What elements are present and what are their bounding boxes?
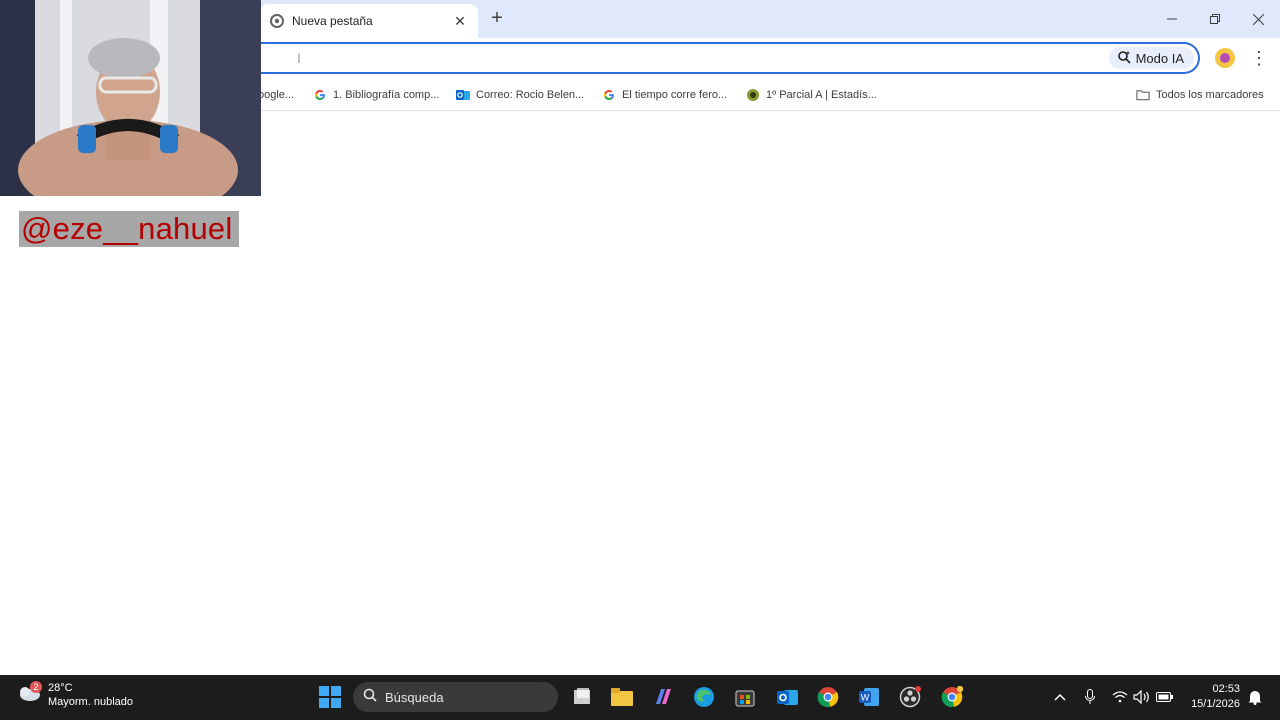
google-icon [602, 88, 616, 102]
restore-icon[interactable] [1201, 6, 1229, 32]
obs-icon[interactable] [897, 684, 923, 710]
site-globe-icon [746, 88, 760, 102]
weather-badge: 2 [30, 681, 42, 693]
profile-avatar[interactable] [1215, 48, 1235, 68]
username-overlay: @eze__nahuel [19, 211, 239, 247]
search-label: Búsqueda [385, 689, 444, 705]
system-clock[interactable]: 02:53 15/1/2026 [1180, 682, 1240, 712]
edge-icon[interactable] [691, 684, 717, 710]
webcam-overlay [0, 0, 261, 196]
battery-icon[interactable] [1155, 687, 1175, 707]
outlook-icon [456, 88, 470, 102]
notifications-icon[interactable] [1245, 687, 1265, 707]
folder-icon [1136, 88, 1150, 102]
clock-time: 02:53 [1212, 683, 1240, 695]
address-bar[interactable]: I Modo IA [245, 42, 1200, 74]
more-menu-icon[interactable]: ⋮ [1250, 48, 1268, 68]
temperature: 28°C [48, 682, 73, 694]
ai-mode-label: Modo IA [1135, 50, 1184, 66]
new-tab-button[interactable]: + [486, 8, 508, 30]
chrome-favicon-icon [270, 14, 284, 28]
svg-text:W: W [861, 693, 870, 703]
bookmark-item[interactable]: Correo: Rocio Belen... [456, 86, 584, 104]
word-icon[interactable]: W [856, 684, 882, 710]
tab-title: Nueva pestaña [292, 14, 373, 28]
chrome-profile-icon[interactable] [939, 684, 965, 710]
username-text: @eze__nahuel [21, 211, 233, 246]
close-window-icon[interactable] [1244, 6, 1272, 32]
minimize-icon[interactable] [1158, 6, 1186, 32]
search-icon [363, 688, 377, 707]
tab-new-tab[interactable]: Nueva pestaña ✕ [260, 4, 478, 38]
start-icon[interactable] [317, 684, 343, 710]
bookmark-item[interactable]: 1º Parcial A | Estadís... [746, 86, 877, 104]
chevron-up-icon[interactable] [1050, 687, 1070, 707]
volume-icon[interactable] [1132, 687, 1152, 707]
microphone-icon[interactable] [1080, 687, 1100, 707]
close-tab-icon[interactable]: ✕ [452, 13, 468, 30]
google-icon [313, 88, 327, 102]
all-bookmarks-button[interactable]: Todos los marcadores [1136, 86, 1264, 104]
ai-mode-button[interactable]: Modo IA [1108, 47, 1194, 69]
weather-description: Mayorm. nublado [48, 696, 133, 708]
bookmark-item[interactable]: oogle... [258, 86, 294, 104]
outlook-app-icon[interactable] [774, 684, 800, 710]
task-view-icon[interactable] [569, 684, 595, 710]
store-icon[interactable] [732, 684, 758, 710]
file-explorer-icon[interactable] [609, 684, 635, 710]
wifi-icon[interactable] [1110, 687, 1130, 707]
clock-date: 15/1/2026 [1191, 698, 1240, 710]
copilot-icon[interactable] [650, 684, 676, 710]
bookmark-item[interactable]: 1. Bibliografía comp... [313, 86, 439, 104]
taskbar: 28°C Mayorm. nublado 2 Búsqueda W 02:53 … [0, 675, 1280, 720]
text-cursor-icon: I [297, 50, 301, 66]
bookmark-item[interactable]: El tiempo corre fero... [602, 86, 727, 104]
chrome-icon[interactable] [815, 684, 841, 710]
taskbar-search[interactable]: Búsqueda [353, 682, 558, 712]
ai-search-icon [1117, 50, 1131, 67]
